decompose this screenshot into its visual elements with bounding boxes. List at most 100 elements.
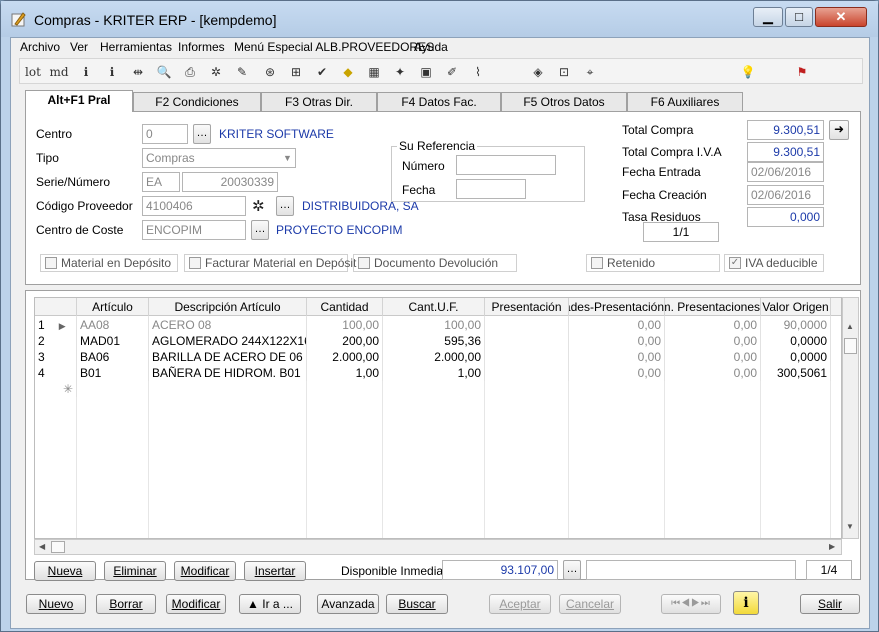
col-articulo[interactable]: Artículo — [77, 298, 149, 316]
attach-icon[interactable]: ⌇ — [468, 62, 488, 82]
menu-ayuda[interactable]: Ayuda — [414, 40, 448, 54]
tab-otras-dir[interactable]: F3 Otras Dir. — [261, 92, 377, 112]
cancelar-button[interactable]: Cancelar — [559, 594, 621, 614]
tasa-field[interactable]: 0,000 — [747, 207, 824, 227]
tab-principal[interactable]: Alt+F1 Pral — [25, 90, 133, 112]
centro-lookup-button[interactable]: … — [193, 124, 211, 144]
avanzada-button[interactable]: Avanzada — [317, 594, 379, 614]
info-alt-icon[interactable]: ℹ — [102, 62, 122, 82]
proveedor-tree-icon[interactable]: ✲ — [252, 197, 265, 215]
nuevo-button[interactable]: Nuevo — [26, 594, 86, 614]
crosshair-icon[interactable]: ⌖ — [580, 62, 600, 82]
ir-a-button[interactable]: ▲ Ir a ... — [239, 594, 301, 614]
tipo-select[interactable]: Compras — [142, 148, 296, 168]
record-navigator[interactable]: ⏮◀▶⏭ — [661, 594, 721, 614]
col-num-presentaciones[interactable]: Num. Presentaciones — [665, 298, 761, 316]
table-row[interactable]: 3 BA06 BARILLA DE ACERO DE 06 2.000,00 2… — [35, 349, 841, 365]
tab-otros-datos[interactable]: F5 Otros Datos — [501, 92, 627, 112]
check-icon[interactable]: ✔ — [312, 62, 332, 82]
facturar-material-checkbox[interactable]: Facturar Material en Depósit — [184, 254, 356, 272]
iva-deducible-checkbox[interactable]: ✓ IVA deducible — [724, 254, 824, 272]
arrow-right-icon[interactable]: ➜ — [829, 120, 849, 140]
col-unidades-presentacion[interactable]: Unidades-Presentación — [569, 298, 665, 316]
info-icon[interactable]: ℹ — [76, 62, 96, 82]
lot-button[interactable]: lot — [22, 62, 44, 82]
new-row[interactable]: ✳ — [35, 381, 841, 397]
coste-field[interactable]: ENCOPIM — [142, 220, 246, 240]
folder-icon[interactable]: ▣ — [416, 62, 436, 82]
documento-devolucion-checkbox[interactable]: Documento Devolución — [353, 254, 517, 272]
centro-field[interactable]: 0 — [142, 124, 188, 144]
retenido-checkbox[interactable]: Retenido — [586, 254, 720, 272]
nueva-line-button[interactable]: Nueva — [34, 561, 96, 581]
col-descripcion[interactable]: Descripción Artículo — [149, 298, 307, 316]
last-record-icon[interactable]: ⏭ — [701, 598, 711, 609]
md-button[interactable]: md — [48, 62, 70, 82]
su-numero-field[interactable] — [456, 155, 556, 175]
buscar-button[interactable]: Buscar — [386, 594, 448, 614]
tab-datos-fac[interactable]: F4 Datos Fac. — [377, 92, 501, 112]
tab-condiciones[interactable]: F2 Condiciones — [133, 92, 261, 112]
eliminar-line-button[interactable]: Eliminar — [104, 561, 166, 581]
info-help-icon[interactable]: i — [733, 591, 759, 615]
serie-field[interactable]: EA — [142, 172, 180, 192]
col-presentacion[interactable]: Presentación — [485, 298, 569, 316]
fecha-creacion-field[interactable]: 02/06/2016 — [747, 185, 824, 205]
proveedor-lookup-button[interactable]: … — [276, 196, 294, 216]
table-row[interactable]: 4 B01 BAÑERA DE HIDROM. B01 1,00 1,00 0,… — [35, 365, 841, 381]
menu-especial[interactable]: Menú Especial ALB.PROVEEDORES — [234, 40, 434, 54]
exit-icon[interactable]: ⚑ — [792, 62, 812, 82]
menu-herramientas[interactable]: Herramientas — [100, 40, 172, 54]
salir-button[interactable]: Salir — [800, 594, 860, 614]
edit-icon[interactable]: ✎ — [232, 62, 252, 82]
menu-archivo[interactable]: Archivo — [20, 40, 60, 54]
col-cant-uf[interactable]: Cant.U.F. — [383, 298, 485, 316]
chevron-down-icon[interactable]: ▼ — [280, 150, 295, 166]
horizontal-scrollbar[interactable]: ◀ ▶ — [34, 539, 842, 555]
maximize-button[interactable]: □ — [785, 7, 813, 27]
pin-icon[interactable]: ✐ — [442, 62, 462, 82]
tools-icon[interactable]: ✲ — [206, 62, 226, 82]
next-record-icon[interactable]: ▶ — [691, 598, 701, 609]
modificar-line-button[interactable]: Modificar — [174, 561, 236, 581]
tag-icon[interactable]: ⊛ — [260, 62, 280, 82]
hscroll-thumb[interactable] — [51, 541, 65, 553]
scroll-thumb[interactable] — [844, 338, 857, 354]
scroll-down-icon[interactable]: ▼ — [846, 522, 854, 531]
table-row[interactable]: 2 MAD01 AGLOMERADO 244X122X16 200,00 595… — [35, 333, 841, 349]
numero-field[interactable]: 20030339 — [182, 172, 278, 192]
menu-ver[interactable]: Ver — [70, 40, 88, 54]
su-fecha-field[interactable] — [456, 179, 526, 199]
material-deposito-checkbox[interactable]: Material en Depósito — [40, 254, 178, 272]
disponible-lookup-button[interactable]: … — [563, 560, 581, 580]
col-valor-origen[interactable]: Valor Origen — [761, 298, 831, 316]
preview-icon[interactable]: 🔍 — [154, 62, 174, 82]
aceptar-button[interactable]: Aceptar — [489, 594, 551, 614]
borrar-button[interactable]: Borrar — [96, 594, 156, 614]
print-icon[interactable]: ⎙ — [180, 62, 200, 82]
fecha-entrada-field[interactable]: 02/06/2016 — [747, 162, 824, 182]
scroll-up-icon[interactable]: ▲ — [846, 322, 854, 331]
minimize-button[interactable]: ▁ — [753, 7, 783, 27]
modificar-button[interactable]: Modificar — [166, 594, 226, 614]
structure-icon[interactable]: ⊞ — [286, 62, 306, 82]
close-button[interactable]: ✕ — [815, 7, 867, 27]
vertical-scrollbar[interactable]: ▲ ▼ — [842, 297, 859, 539]
split-icon[interactable]: ⇹ — [128, 62, 148, 82]
calendar-icon[interactable]: ▦ — [364, 62, 384, 82]
color-icon[interactable]: ✦ — [390, 62, 410, 82]
table-row[interactable]: 1 ▶ AA08 ACERO 08 100,00 100,00 0,00 0,00… — [35, 317, 841, 333]
zoom-icon[interactable]: ⊡ — [554, 62, 574, 82]
tab-auxiliares[interactable]: F6 Auxiliares — [627, 92, 743, 112]
lightbulb-icon[interactable]: 💡 — [738, 62, 758, 82]
warning-icon[interactable]: ◆ — [338, 62, 358, 82]
coste-lookup-button[interactable]: … — [251, 220, 269, 240]
first-record-icon[interactable]: ⏮ — [671, 598, 681, 609]
col-cantidad[interactable]: Cantidad — [307, 298, 383, 316]
scroll-right-icon[interactable]: ▶ — [829, 542, 835, 551]
insertar-line-button[interactable]: Insertar — [244, 561, 306, 581]
prev-record-icon[interactable]: ◀ — [681, 598, 691, 609]
layers-icon[interactable]: ◈ — [528, 62, 548, 82]
proveedor-field[interactable]: 4100406 — [142, 196, 246, 216]
scroll-left-icon[interactable]: ◀ — [39, 542, 45, 551]
